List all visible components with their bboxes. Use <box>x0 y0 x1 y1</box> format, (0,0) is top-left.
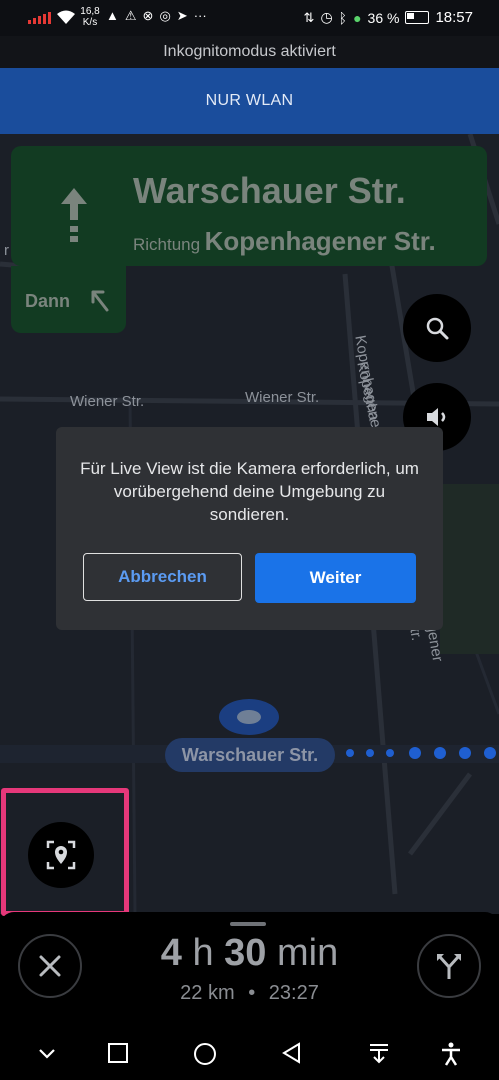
net-speed: 16,8 K/s <box>80 6 100 28</box>
live-view-button[interactable] <box>28 822 94 888</box>
alternate-routes-button[interactable] <box>417 934 481 998</box>
map-label-edge: r <box>4 242 9 259</box>
chrome-icon: ◎ <box>159 8 171 23</box>
then-instruction-card[interactable]: Dann <box>11 266 126 333</box>
navigation-instruction-card[interactable]: Warschauer Str. Richtung Kopenhagener St… <box>11 146 487 266</box>
instruction-street: Warschauer Str. <box>133 170 406 211</box>
current-street-label: Warschauer Str. <box>165 738 335 772</box>
wifi-icon <box>57 10 75 24</box>
notification-icons: ▲ ⚠ ⊗ ◎ ➤ ··· <box>106 8 207 24</box>
recents-button[interactable] <box>107 1042 129 1064</box>
wifi-only-banner[interactable]: NUR WLAN <box>0 68 499 134</box>
back-button[interactable] <box>281 1042 303 1064</box>
status-right: ⇅ ◷ ᛒ ● 36 % 18:57 <box>304 9 473 26</box>
map-label-wiener-str-left: Wiener Str. <box>70 393 145 410</box>
home-button[interactable] <box>193 1042 217 1066</box>
duration-hours-unit: h <box>192 932 214 974</box>
continue-button[interactable]: Weiter <box>255 553 416 603</box>
duration-minutes-unit: min <box>277 932 339 974</box>
notifications-pull-down-icon[interactable] <box>368 1042 390 1064</box>
map-label-wiener-str-right: Wiener Str. <box>245 389 320 406</box>
signal-icon <box>28 11 51 24</box>
chevron-down-icon[interactable] <box>36 1042 58 1064</box>
trip-summary-sheet[interactable]: 4 h 30 min 22 km • 23:27 <box>0 912 499 1032</box>
net-speed-unit: K/s <box>82 17 98 28</box>
location-icon: ● <box>353 9 362 26</box>
battery-icon <box>405 11 430 24</box>
alert-icon: ⚠ <box>124 8 137 23</box>
turn-left-icon <box>91 290 109 312</box>
close-circle-icon: ⊗ <box>142 8 154 23</box>
battery-percent: 36 % <box>367 9 400 26</box>
duration-hours: 4 <box>160 932 182 974</box>
then-label: Dann <box>25 291 70 311</box>
arrival-time: 23:27 <box>268 982 319 1004</box>
dialog-message: Für Live View ist die Kamera erforderlic… <box>80 459 419 524</box>
route-fork-icon <box>437 954 461 979</box>
incognito-banner: Inkognitomodus aktiviert <box>0 36 499 68</box>
direction-street: Kopenhagener Str. <box>204 226 436 256</box>
telegram-icon: ➤ <box>176 8 188 23</box>
straight-arrow-icon <box>61 188 87 242</box>
cancel-button[interactable]: Abbrechen <box>83 553 242 601</box>
data-transfer-icon: ⇅ <box>303 9 315 25</box>
live-view-camera-dialog: Für Live View ist die Kamera erforderlic… <box>56 427 443 630</box>
search-icon <box>426 317 449 340</box>
trip-separator: • <box>248 982 256 1004</box>
navigation-icon: ▲ <box>106 8 119 23</box>
net-speed-value: 16,8 <box>80 6 100 17</box>
live-view-icon <box>46 840 76 870</box>
trip-distance: 22 km <box>180 982 235 1004</box>
sheet-handle[interactable] <box>230 922 266 926</box>
direction-prefix: Richtung <box>133 235 201 254</box>
instruction-direction: Richtung Kopenhagener Str. <box>133 226 436 257</box>
status-bar: 16,8 K/s ▲ ⚠ ⊗ ◎ ➤ ··· ⇅ ◷ ᛒ ● 36 % 18:5… <box>0 0 499 36</box>
search-button[interactable] <box>403 294 471 362</box>
alarm-icon: ◷ <box>320 9 333 25</box>
overflow-icon: ··· <box>193 8 207 23</box>
duration-minutes: 30 <box>224 932 267 974</box>
clock: 18:57 <box>435 9 473 26</box>
accessibility-icon[interactable] <box>440 1042 462 1066</box>
bluetooth-icon: ᛒ <box>338 9 348 26</box>
system-navigation-bar <box>0 1032 499 1080</box>
